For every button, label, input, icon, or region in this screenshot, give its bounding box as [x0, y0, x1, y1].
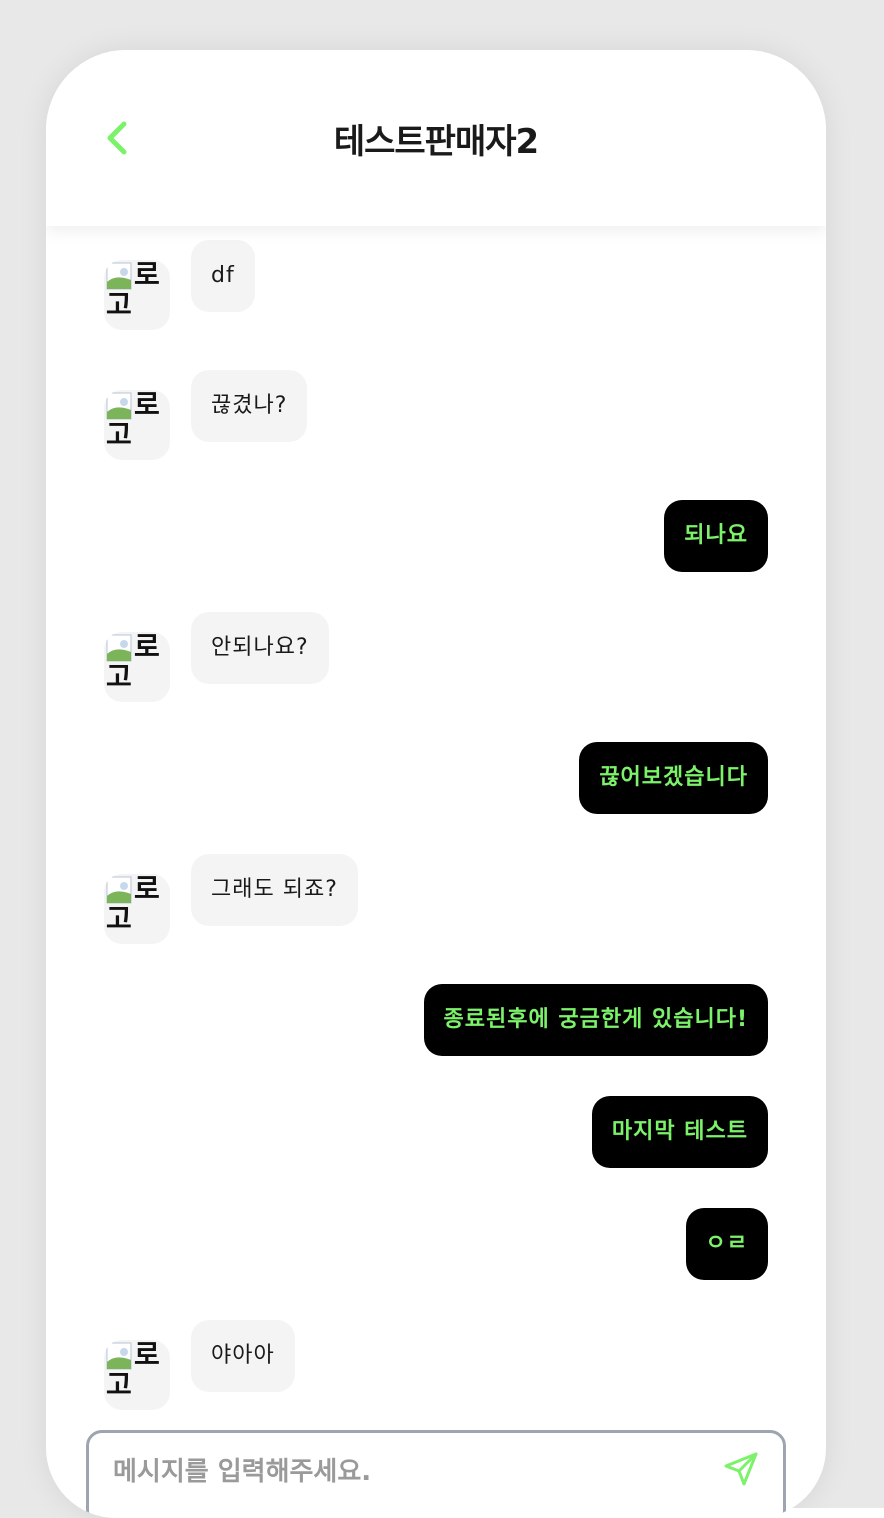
avatar-alt-text: 로고: [106, 874, 160, 935]
message-row-outgoing: 끊어보겠습니다: [46, 742, 826, 814]
outgoing-message-bubble: 종료된후에 궁금한게 있습니다!: [423, 984, 768, 1056]
outgoing-message-bubble: 끊어보겠습니다: [579, 742, 768, 814]
outgoing-message-bubble: ㅇㄹ: [685, 1208, 768, 1280]
incoming-message-bubble: 안되나요?: [191, 612, 329, 684]
page-title: 테스트판매자2: [333, 122, 539, 162]
message-row-incoming: 로고 끊겼나?: [46, 370, 826, 460]
message-row-incoming: 로고 df: [46, 240, 826, 330]
message-row-incoming: 로고 야아아: [46, 1320, 826, 1410]
incoming-message-bubble: 그래도 되죠?: [191, 854, 358, 926]
incoming-message-bubble: 끊겼나?: [191, 370, 308, 442]
message-row-outgoing: 마지막 테스트: [46, 1096, 826, 1168]
avatar: 로고: [104, 1340, 170, 1410]
avatar: 로고: [104, 874, 170, 944]
avatar: 로고: [104, 260, 170, 330]
incoming-message-bubble: df: [191, 240, 255, 312]
message-row-outgoing: 되나요: [46, 500, 826, 572]
incoming-message-bubble: 야아아: [191, 1320, 295, 1392]
chat-screen: 로고 df 로고 끊겼나? 되나요 로고 안되나요? 끊어보겠습니다 로고 그래…: [46, 50, 826, 1518]
avatar-alt-text: 로고: [106, 260, 160, 321]
avatar-alt-text: 로고: [106, 1340, 160, 1401]
message-row-outgoing: 종료된후에 궁금한게 있습니다!: [46, 984, 826, 1056]
avatar: 로고: [104, 632, 170, 702]
outgoing-message-bubble: 마지막 테스트: [591, 1096, 768, 1168]
outgoing-message-bubble: 되나요: [664, 500, 768, 572]
avatar: 로고: [104, 390, 170, 460]
chat-header: 테스트판매자2: [46, 50, 826, 226]
message-input[interactable]: [111, 1449, 695, 1495]
message-composer: [86, 1430, 786, 1518]
message-row-incoming: 로고 그래도 되죠?: [46, 854, 826, 944]
message-row-incoming: 로고 안되나요?: [46, 612, 826, 702]
message-list[interactable]: 로고 df 로고 끊겼나? 되나요 로고 안되나요? 끊어보겠습니다 로고 그래…: [46, 50, 826, 1518]
avatar-alt-text: 로고: [106, 632, 160, 693]
message-row-outgoing: ㅇㄹ: [46, 1208, 826, 1280]
send-button[interactable]: [723, 1451, 759, 1487]
send-icon: [724, 1452, 758, 1486]
avatar-alt-text: 로고: [106, 390, 160, 451]
